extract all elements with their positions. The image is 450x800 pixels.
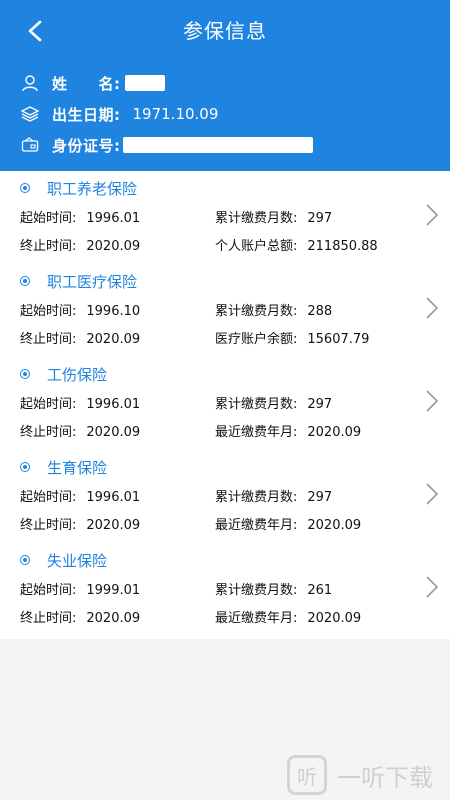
insurance-title: 工伤保险 <box>20 363 107 385</box>
page-title: 参保信息 <box>183 19 267 43</box>
end-time: 终止时间: 2020.09 <box>20 425 141 440</box>
insurance-title: 生育保险 <box>20 456 107 478</box>
account-total: 个人账户总额: 211850.88 <box>215 239 378 254</box>
birth-row: 出生日期: 1971.10.09 <box>20 102 218 126</box>
end-time: 终止时间: 2020.09 <box>20 518 141 533</box>
id-row: 身份证号: <box>20 133 313 157</box>
insurance-title: 失业保险 <box>20 549 107 571</box>
months-paid: 累计缴费月数: 297 <box>215 490 333 505</box>
insurance-title: 职工医疗保险 <box>20 270 137 292</box>
user-icon <box>20 73 40 93</box>
start-time: 起始时间: 1996.10 <box>20 304 141 319</box>
months-paid: 累计缴费月数: 288 <box>215 304 333 319</box>
id-label: 身份证号: <box>52 136 121 155</box>
end-time: 终止时间: 2020.09 <box>20 611 141 626</box>
watermark: 听 一听下载 <box>287 755 433 795</box>
start-time: 起始时间: 1996.01 <box>20 211 141 226</box>
bullet-icon <box>20 462 30 472</box>
account-balance: 医疗账户余额: 15607.79 <box>215 332 370 347</box>
end-time: 终止时间: 2020.09 <box>20 332 141 347</box>
insurance-list: 职工养老保险 起始时间: 1996.01 累计缴费月数: 297 终止时间: 2020… <box>0 171 450 639</box>
insurance-title: 职工养老保险 <box>20 177 137 199</box>
insurance-card-injury[interactable]: 工伤保险 起始时间: 1996.01 累计缴费月数: 297 终止时间: 2020.0… <box>0 357 450 450</box>
chevron-right-icon[interactable] <box>424 575 440 599</box>
chevron-right-icon[interactable] <box>424 389 440 413</box>
months-paid: 累计缴费月数: 297 <box>215 211 333 226</box>
start-time: 起始时间: 1996.01 <box>20 490 141 505</box>
layers-icon <box>20 104 40 124</box>
name-redaction <box>124 75 165 91</box>
watermark-text: 一听下载 <box>337 763 433 792</box>
chevron-right-icon[interactable] <box>424 296 440 320</box>
end-time: 终止时间: 2020.09 <box>20 239 141 254</box>
bullet-icon <box>20 555 30 565</box>
chevron-right-icon[interactable] <box>424 203 440 227</box>
months-paid: 累计缴费月数: 297 <box>215 397 333 412</box>
birth-value: 1971.10.09 <box>132 105 219 123</box>
birth-label: 出生日期: <box>52 105 121 124</box>
insurance-card-medical[interactable]: 职工医疗保险 起始时间: 1996.10 累计缴费月数: 288 终止时间: 2020… <box>0 264 450 357</box>
header-bar: 参保信息 姓 名: 出生日期: 1971.10.09 身份证号: <box>0 0 450 171</box>
bullet-icon <box>20 183 30 193</box>
bullet-icon <box>20 276 30 286</box>
watermark-logo: 听 <box>287 755 327 795</box>
months-paid: 累计缴费月数: 261 <box>215 583 333 598</box>
name-row: 姓 名: <box>20 71 165 95</box>
start-time: 起始时间: 1996.01 <box>20 397 141 412</box>
last-payment-month: 最近缴费年月: 2020.09 <box>215 518 362 533</box>
chevron-right-icon[interactable] <box>424 482 440 506</box>
id-redaction <box>122 137 313 153</box>
bullet-icon <box>20 369 30 379</box>
insurance-card-maternity[interactable]: 生育保险 起始时间: 1996.01 累计缴费月数: 297 终止时间: 2020.0… <box>0 450 450 543</box>
insurance-card-unemployment[interactable]: 失业保险 起始时间: 1999.01 累计缴费月数: 261 终止时间: 2020.0… <box>0 543 450 636</box>
last-payment-month: 最近缴费年月: 2020.09 <box>215 611 362 626</box>
insurance-card-pension[interactable]: 职工养老保险 起始时间: 1996.01 累计缴费月数: 297 终止时间: 2020… <box>0 171 450 264</box>
id-card-icon <box>20 135 40 155</box>
name-label: 姓 名: <box>52 74 121 93</box>
last-payment-month: 最近缴费年月: 2020.09 <box>215 425 362 440</box>
start-time: 起始时间: 1999.01 <box>20 583 141 598</box>
